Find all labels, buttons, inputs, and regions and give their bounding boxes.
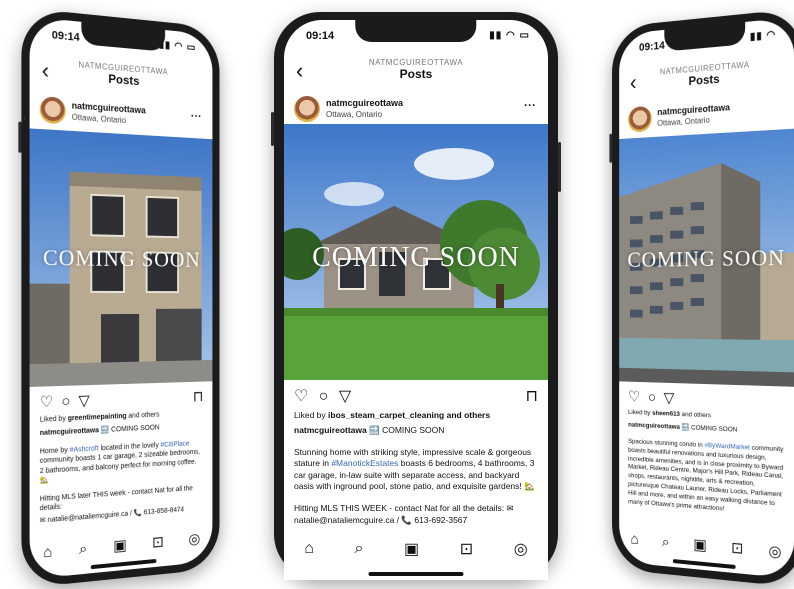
caption-user[interactable]: natmcguireottawa xyxy=(294,425,367,435)
post-actions: ♡ ○ ▽ ⊓ xyxy=(294,386,538,406)
home-indicator xyxy=(368,572,464,576)
post-caption: Liked by ibos_steam_carpet_cleaning and … xyxy=(294,410,538,527)
more-icon[interactable]: ··· xyxy=(191,109,202,123)
search-icon[interactable]: ⌕ xyxy=(662,533,670,550)
search-icon[interactable]: ⌕ xyxy=(355,540,364,558)
volume-button xyxy=(609,133,613,163)
like-icon[interactable]: ♡ xyxy=(40,393,54,411)
profile-icon[interactable]: ◎ xyxy=(514,539,528,559)
page-title: Posts xyxy=(399,67,433,81)
screen: 09:14 ▮▮ ◠ ▭ ‹ NATMCGUIREOTTAWA Posts na… xyxy=(29,16,213,580)
post-location[interactable]: Ottawa, Ontario xyxy=(326,110,382,119)
home-icon[interactable]: ⌂ xyxy=(43,543,52,561)
reels-icon[interactable]: ▣ xyxy=(113,536,127,555)
post-caption: Liked by sheen613 and others natmcguireo… xyxy=(628,409,784,519)
share-icon[interactable]: ▽ xyxy=(339,388,351,405)
hashtag-link[interactable]: #ManotickEstates xyxy=(331,458,398,468)
liked-by-user[interactable]: greentimepainting xyxy=(68,413,127,423)
back-icon[interactable]: ‹ xyxy=(42,57,49,83)
nav-header: ‹ NATMCGUIREOTTAWA Posts xyxy=(284,52,548,90)
status-time: 09:14 xyxy=(638,39,665,54)
caption-headline: natmcguireottawa 🔜 COMING SOON xyxy=(39,424,160,438)
home-icon[interactable]: ⌂ xyxy=(631,530,639,547)
post-header: natmcguireottawa Ottawa, Ontario ··· xyxy=(284,92,548,128)
hashtag-link[interactable]: #ByWardMarket xyxy=(704,442,749,451)
post-photo[interactable]: COMING SOON xyxy=(29,128,213,387)
shop-icon[interactable]: ⊡ xyxy=(731,538,743,557)
phone-right: 09:14 ▮▮ ◠ ‹ NATMCGUIREOTTAWA Posts natm… xyxy=(609,8,794,588)
caption-contact: natalie@nataliemcguire.ca / 📞 613-692-35… xyxy=(294,515,468,526)
comment-icon[interactable]: ○ xyxy=(648,389,656,406)
status-icons: ▮▮ ◠ xyxy=(749,29,777,43)
status-time: 09:14 xyxy=(51,29,80,45)
home-icon[interactable]: ⌂ xyxy=(304,540,314,558)
post-photo[interactable]: COMING SOON xyxy=(284,124,548,380)
like-icon[interactable]: ♡ xyxy=(628,388,640,405)
caption-body: Stunning home with striking style, impre… xyxy=(294,446,535,492)
caption-user[interactable]: natmcguireottawa xyxy=(628,421,680,430)
shop-icon[interactable]: ⊡ xyxy=(152,533,164,552)
liked-by-user[interactable]: ibos_steam_carpet_cleaning xyxy=(328,410,444,420)
notch xyxy=(355,20,477,42)
share-icon[interactable]: ▽ xyxy=(664,390,675,407)
reels-icon[interactable]: ▣ xyxy=(404,539,419,559)
post-photo[interactable]: COMING SOON xyxy=(619,128,794,387)
comment-icon[interactable]: ○ xyxy=(61,393,70,411)
profile-handle: NATMCGUIREOTTAWA xyxy=(368,58,464,67)
status-time: 09:14 xyxy=(306,30,335,42)
volume-button xyxy=(18,121,22,153)
post-location[interactable]: Ottawa, Ontario xyxy=(657,116,709,128)
liked-by-user[interactable]: sheen613 xyxy=(652,410,680,418)
post-actions: ♡ ○ ▽ xyxy=(628,387,784,411)
coming-soon-overlay: COMING SOON xyxy=(312,242,520,273)
hashtag-link[interactable]: #Ashcroft xyxy=(70,445,99,454)
shop-icon[interactable]: ⊡ xyxy=(460,539,473,559)
caption-headline: natmcguireottawa 🔜 COMING SOON xyxy=(628,421,738,434)
status-icons: ▮▮ ◠ ▭ xyxy=(489,30,530,41)
post-location[interactable]: Ottawa, Ontario xyxy=(72,113,126,126)
coming-soon-overlay: COMING SOON xyxy=(42,244,201,272)
coming-soon-overlay: COMING SOON xyxy=(627,244,786,272)
status-icons: ▮▮ ◠ ▭ xyxy=(158,39,197,54)
bottom-tab-bar: ⌂ ⌕ ▣ ⊡ ◎ xyxy=(284,534,548,564)
power-button xyxy=(558,142,561,192)
liked-by: Liked by ibos_steam_carpet_cleaning and … xyxy=(294,410,491,420)
caption-headline: natmcguireottawa 🔜 COMING SOON xyxy=(294,425,445,436)
phone-middle: 09:14 ▮▮ ◠ ▭ ‹ NATMCGUIREOTTAWA Posts na… xyxy=(271,12,561,580)
avatar[interactable] xyxy=(294,96,320,122)
post-caption: Liked by greentimepainting and others na… xyxy=(40,409,204,526)
avatar[interactable] xyxy=(628,105,652,133)
post-actions: ♡ ○ ▽ ⊓ xyxy=(40,387,204,411)
screen: 09:14 ▮▮ ◠ ‹ NATMCGUIREOTTAWA Posts natm… xyxy=(619,17,794,579)
caption-body: Home by #Ashcroft located in the lovely … xyxy=(39,440,200,485)
caption-body: Spacious stunning condo in #ByWardMarket… xyxy=(628,437,784,513)
reels-icon[interactable]: ▣ xyxy=(693,535,706,554)
hashtag-link[interactable]: #CitiPlace xyxy=(161,440,190,448)
share-icon[interactable]: ▽ xyxy=(78,392,89,410)
back-icon[interactable]: ‹ xyxy=(630,70,637,95)
volume-button xyxy=(271,112,274,146)
caption-hitting: Hitting MLS THIS WEEK - contact Nat for … xyxy=(294,502,514,513)
profile-icon[interactable]: ◎ xyxy=(768,542,781,562)
post-username[interactable]: natmcguireottawa xyxy=(657,102,730,117)
more-icon[interactable]: ··· xyxy=(524,98,536,112)
save-icon[interactable]: ⊓ xyxy=(526,386,538,406)
caption-user[interactable]: natmcguireottawa xyxy=(40,428,99,438)
back-icon[interactable]: ‹ xyxy=(296,60,303,82)
search-icon[interactable]: ⌕ xyxy=(79,540,87,558)
profile-icon[interactable]: ◎ xyxy=(188,529,200,548)
avatar[interactable] xyxy=(39,96,66,125)
save-icon[interactable]: ⊓ xyxy=(193,387,204,405)
post-username[interactable]: natmcguireottawa xyxy=(326,98,403,108)
phone-left: 09:14 ▮▮ ◠ ▭ ‹ NATMCGUIREOTTAWA Posts na… xyxy=(18,7,220,589)
like-icon[interactable]: ♡ xyxy=(294,388,308,405)
screen: 09:14 ▮▮ ◠ ▭ ‹ NATMCGUIREOTTAWA Posts na… xyxy=(284,20,548,580)
comment-icon[interactable]: ○ xyxy=(319,388,329,405)
